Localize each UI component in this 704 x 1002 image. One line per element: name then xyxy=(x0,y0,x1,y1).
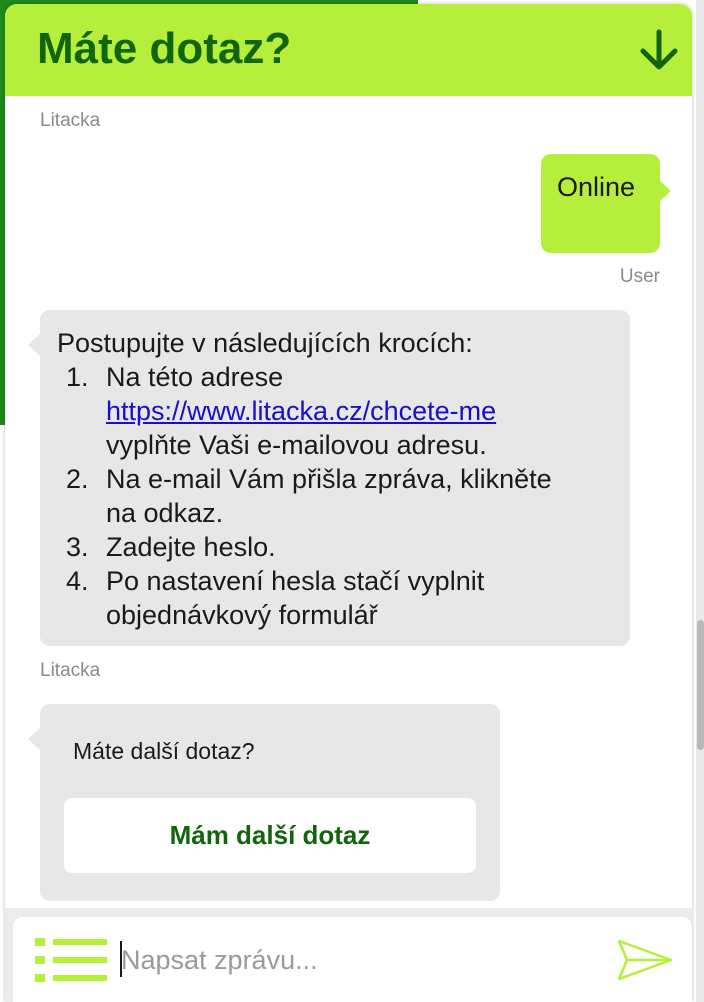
arrow-down-icon xyxy=(640,29,678,70)
chat-widget: Máte dotaz? Litacka Online User Postupuj… xyxy=(5,4,692,1002)
step-text: Na e-mail Vám přišla zpráva, klikněte xyxy=(106,464,552,494)
step-number: 4. xyxy=(66,566,89,596)
chat-title: Máte dotaz? xyxy=(37,24,292,73)
bot-message-bubble: Postupujte v následujících krocích: 1. N… xyxy=(28,310,630,646)
user-message-bubble: Online xyxy=(541,154,671,253)
step-item: 3. Zadejte heslo. xyxy=(57,530,617,564)
bot-message-bubble: Máte další dotaz? Mám další dotaz xyxy=(28,704,500,901)
message-sender-label: Litacka xyxy=(40,660,101,681)
steps-list: 1. Na této adrese https://www.litacka.cz… xyxy=(57,360,617,632)
minimize-chat-button[interactable] xyxy=(633,24,685,76)
step-text: objednávkový formulář xyxy=(106,600,378,630)
bot-question-text: Máte další dotaz? xyxy=(73,738,255,764)
step-text: vyplňte Vaši e-mailovou adresu. xyxy=(106,430,487,460)
chat-header: Máte dotaz? xyxy=(5,4,692,96)
page-scrollbar-track[interactable] xyxy=(696,0,704,1002)
menu-button[interactable] xyxy=(35,937,107,983)
message-sender-label: Litacka xyxy=(40,110,101,131)
send-button[interactable] xyxy=(613,935,677,985)
paper-plane-send-icon xyxy=(617,939,673,981)
user-message-text: Online xyxy=(557,172,636,202)
step-text: Zadejte heslo. xyxy=(106,532,276,562)
list-menu-icon xyxy=(35,938,107,982)
step-item: 2. Na e-mail Vám přišla zpráva, klikněte… xyxy=(57,462,617,530)
message-list[interactable]: Litacka Online User Postupujte v následu… xyxy=(5,96,692,908)
step-number: 3. xyxy=(66,532,89,562)
step-text: Na této adrese xyxy=(106,362,284,392)
message-composer xyxy=(5,908,692,1002)
bot-message-intro: Postupujte v následujících krocích: xyxy=(57,328,473,358)
step-text: Po nastavení hesla stačí vyplnit xyxy=(106,566,485,596)
step-item: 1. Na této adrese https://www.litacka.cz… xyxy=(57,360,617,462)
message-input[interactable] xyxy=(121,937,581,983)
signup-link[interactable]: https://www.litacka.cz/chcete-me xyxy=(106,394,617,428)
step-text: na odkaz. xyxy=(106,498,224,528)
step-number: 2. xyxy=(66,464,89,494)
step-number: 1. xyxy=(66,362,89,392)
message-sender-label: User xyxy=(619,266,660,287)
page-scrollbar-thumb[interactable] xyxy=(697,620,704,750)
another-question-button[interactable]: Mám další dotaz xyxy=(64,798,476,873)
step-item: 4. Po nastavení hesla stačí vyplnit obje… xyxy=(57,564,617,632)
composer-field-wrapper xyxy=(13,917,692,1002)
